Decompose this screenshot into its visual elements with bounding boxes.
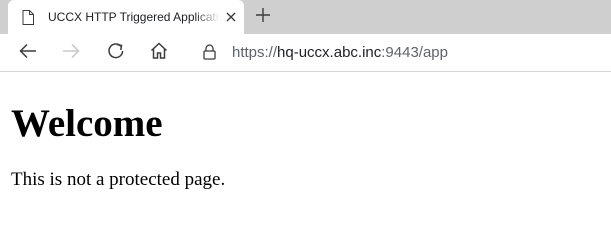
tab-title: UCCX HTTP Triggered Application <box>48 10 220 24</box>
document-icon <box>20 9 36 25</box>
forward-button[interactable] <box>58 40 84 66</box>
page-paragraph: This is not a protected page. <box>11 169 226 190</box>
url-scheme: https:// <box>232 43 278 61</box>
browser-window: UCCX HTTP Triggered Application https://… <box>0 0 611 246</box>
plus-icon <box>256 7 270 27</box>
url-text[interactable]: https://hq-uccx.abc.inc:9443/app <box>232 44 448 61</box>
page-heading: Welcome <box>11 102 163 145</box>
back-arrow-icon <box>19 43 37 64</box>
home-button[interactable] <box>146 40 172 66</box>
tab-strip: UCCX HTTP Triggered Application <box>0 0 611 34</box>
close-icon[interactable] <box>222 8 240 26</box>
tab-active[interactable]: UCCX HTTP Triggered Application <box>8 0 244 34</box>
back-button[interactable] <box>15 40 41 66</box>
url-port-path: :9443/app <box>381 43 448 61</box>
url-host: hq-uccx.abc.inc <box>277 43 382 61</box>
new-tab-button[interactable] <box>252 6 274 28</box>
lock-icon[interactable] <box>201 44 217 60</box>
toolbar: https://hq-uccx.abc.inc:9443/app <box>0 34 611 72</box>
address-bar[interactable]: https://hq-uccx.abc.inc:9443/app <box>188 37 611 67</box>
page-content: Welcome This is not a protected page. <box>0 102 611 192</box>
refresh-icon <box>107 42 125 65</box>
refresh-button[interactable] <box>103 40 129 66</box>
home-icon <box>150 42 168 64</box>
forward-arrow-icon <box>62 43 80 64</box>
